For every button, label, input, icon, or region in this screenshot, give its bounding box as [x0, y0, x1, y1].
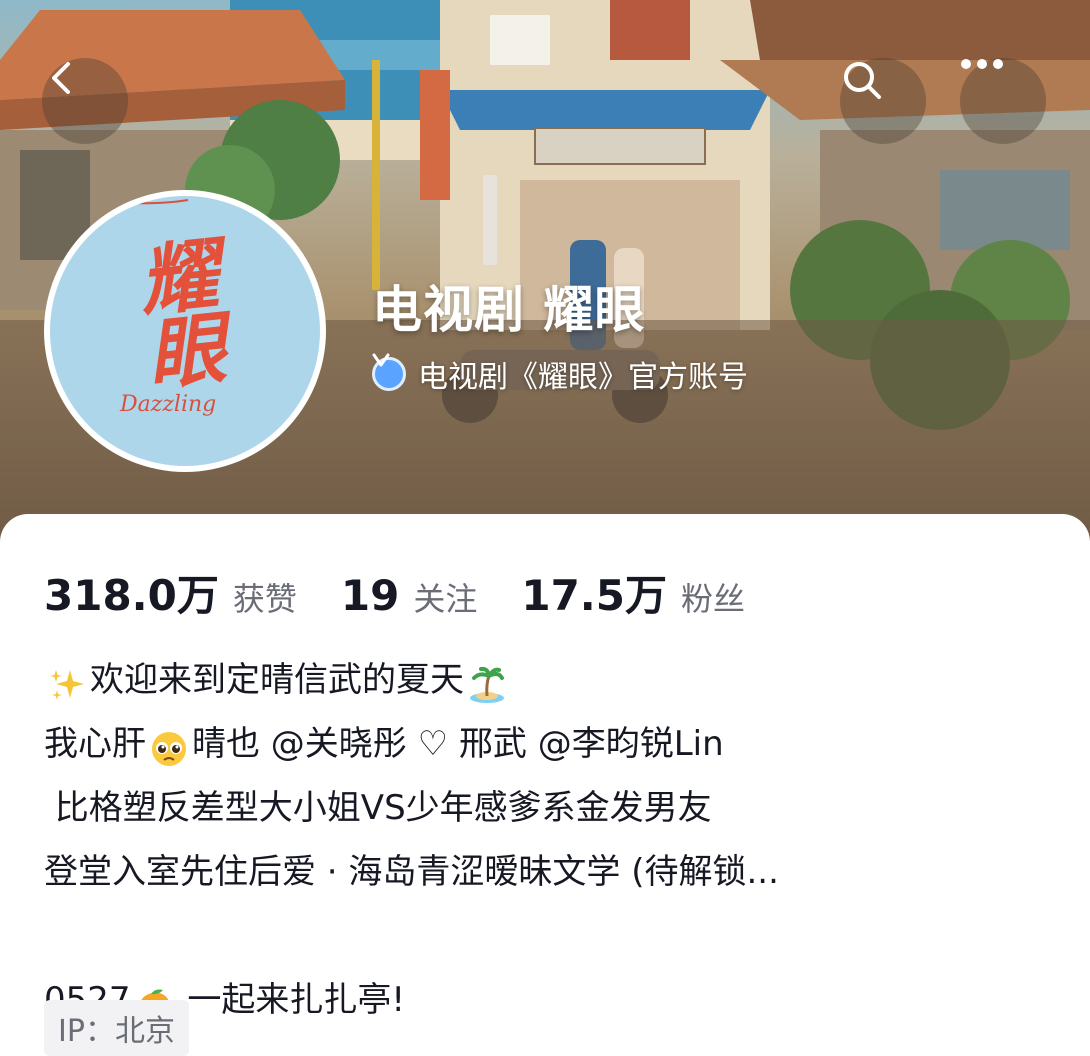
search-button[interactable] [840, 58, 926, 144]
search-icon [844, 62, 881, 99]
bio-line-2-text-a: 我心肝 [44, 724, 146, 764]
bio-line-3-text: 比格塑反差型大小姐VS少年感爹系金发男友 [44, 788, 712, 828]
bio-line-4-text: 登堂入室先住后爱 · 海岛青涩暧昧文学 (待解锁... [44, 852, 779, 892]
stat-following[interactable]: 19 关注 [341, 571, 477, 620]
bio-line-2-text-b: 晴也 @关晓彤 ♡ 邢武 @李昀锐Lin [192, 724, 724, 764]
stats-row: 318.0万 获赞 19 关注 17.5万 粉丝 [44, 562, 789, 623]
bio-line-5: 0527 一起来扎扎亭! [44, 968, 1044, 1032]
more-button[interactable] [960, 58, 1046, 144]
stat-following-value: 19 [340, 571, 400, 620]
chevron-left-icon [52, 62, 70, 94]
bio: 欢迎来到定晴信武的夏天 我心肝 晴也 @关晓彤 ♡ 邢武 @李昀锐Lin 比格塑… [44, 648, 1044, 1032]
stat-following-label: 关注 [413, 580, 478, 618]
avatar-logo: 耀眼 Dazzling [50, 196, 320, 466]
stat-followers[interactable]: 17.5万 粉丝 [521, 562, 745, 623]
verification-row: 电视剧《耀眼》官方账号 [372, 352, 748, 396]
stat-likes[interactable]: 318.0万 获赞 [44, 562, 297, 623]
avatar-script-title: Dazzling [120, 392, 217, 417]
verified-text: 电视剧《耀眼》官方账号 [418, 360, 748, 395]
stat-likes-value: 318.0万 [44, 571, 219, 620]
back-button[interactable] [42, 58, 128, 144]
bio-line-5-text-b: 一起来扎扎亭! [176, 980, 405, 1020]
verified-badge-icon [372, 353, 406, 391]
avatar-brush-title: 耀眼 [122, 232, 229, 390]
stat-followers-label: 粉丝 [680, 580, 745, 618]
bio-line-2: 我心肝 晴也 @关晓彤 ♡ 邢武 @李昀锐Lin [44, 712, 1044, 776]
header-banner: 耀眼 Dazzling 电视剧 耀眼 电视剧《耀眼》官方账号 [0, 0, 1090, 560]
bio-line-1-text: 欢迎来到定晴信武的夏天 [90, 660, 464, 700]
stat-followers-value: 17.5万 [521, 571, 667, 620]
bio-line-1: 欢迎来到定晴信武的夏天 [44, 648, 1044, 712]
avatar[interactable]: 耀眼 Dazzling [44, 190, 326, 472]
pleading-face-emoji [150, 725, 188, 766]
stat-likes-label: 获赞 [232, 580, 297, 618]
avatar-underline [51, 199, 189, 205]
more-horizontal-icon [961, 59, 1003, 69]
ip-location-badge: IP：北京 [44, 1000, 189, 1056]
desert-island-emoji [468, 661, 506, 703]
profile-card: 318.0万 获赞 19 关注 17.5万 粉丝 欢迎来到定晴信武的夏天 我心肝… [0, 514, 1090, 1056]
bio-blank-line [44, 904, 1044, 968]
bio-line-3: 比格塑反差型大小姐VS少年感爹系金发男友 [44, 776, 1044, 840]
sparkles-emoji [48, 661, 86, 700]
profile-name: 电视剧 耀眼 [372, 281, 646, 339]
bio-line-4: 登堂入室先住后爱 · 海岛青涩暧昧文学 (待解锁... [44, 840, 1044, 904]
